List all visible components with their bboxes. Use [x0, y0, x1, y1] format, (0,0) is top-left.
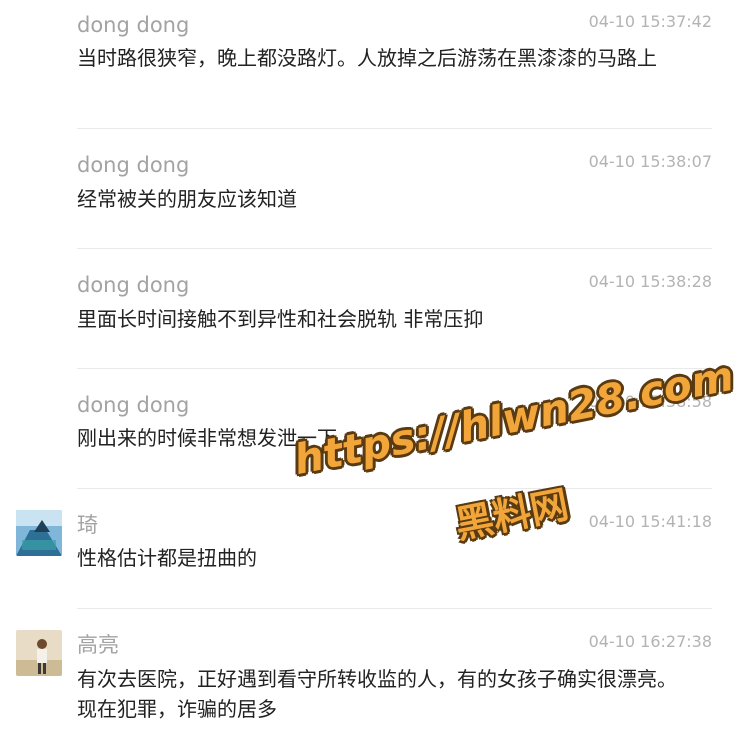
comment-text: 有次去医院，正好遇到看守所转收监的人，有的女孩子确实很漂亮。现在犯罪，诈骗的居多	[77, 667, 677, 721]
comment-time: 04-10 15:38:28	[588, 272, 712, 291]
comment-text: 里面长时间接触不到异性和社会脱轨 非常压抑	[77, 307, 484, 331]
comment-author[interactable]: dong dong	[77, 151, 189, 179]
comment-author[interactable]: dong dong	[77, 11, 189, 39]
comment-time: 04-10 15:38:58	[588, 392, 712, 411]
comment-author[interactable]: 高亮	[77, 631, 119, 659]
comment-text: 刚出来的时候非常想发泄一下	[77, 426, 337, 450]
comment-item: 琦 04-10 15:41:18 性格估计都是扭曲的	[0, 510, 744, 607]
comment-item: dong dong 04-10 15:38:07 经常被关的朋友应该知道	[0, 151, 744, 247]
divider	[77, 248, 712, 249]
comment-time: 04-10 15:38:07	[588, 152, 712, 171]
avatar[interactable]	[16, 630, 62, 676]
divider	[77, 608, 712, 609]
comment-text: 当时路很狭窄，晚上都没路灯。人放掉之后游荡在黑漆漆的马路上	[77, 46, 657, 70]
comment-item: 高亮 04-10 16:27:38 有次去医院，正好遇到看守所转收监的人，有的女…	[0, 630, 744, 747]
comment-text: 经常被关的朋友应该知道	[77, 187, 297, 211]
divider	[77, 488, 712, 489]
avatar-photo-icon	[16, 630, 62, 676]
avatar[interactable]	[16, 510, 62, 556]
divider	[77, 128, 712, 129]
comment-time: 04-10 15:41:18	[588, 512, 712, 531]
comment-time: 04-10 16:27:38	[588, 632, 712, 651]
comment-author[interactable]: dong dong	[77, 391, 189, 419]
divider	[77, 368, 712, 369]
comment-item: dong dong 04-10 15:38:28 里面长时间接触不到异性和社会脱…	[0, 271, 744, 367]
comment-text: 性格估计都是扭曲的	[77, 546, 257, 570]
avatar-photo-icon	[16, 510, 62, 556]
comment-author[interactable]: dong dong	[77, 271, 189, 299]
comment-list: dong dong 04-10 15:37:42 当时路很狭窄，晚上都没路灯。人…	[0, 0, 744, 747]
comment-item: dong dong 04-10 15:38:58 刚出来的时候非常想发泄一下	[0, 391, 744, 487]
comment-author[interactable]: 琦	[77, 511, 98, 539]
comment-time: 04-10 15:37:42	[588, 12, 712, 31]
comment-item: dong dong 04-10 15:37:42 当时路很狭窄，晚上都没路灯。人…	[0, 11, 744, 129]
